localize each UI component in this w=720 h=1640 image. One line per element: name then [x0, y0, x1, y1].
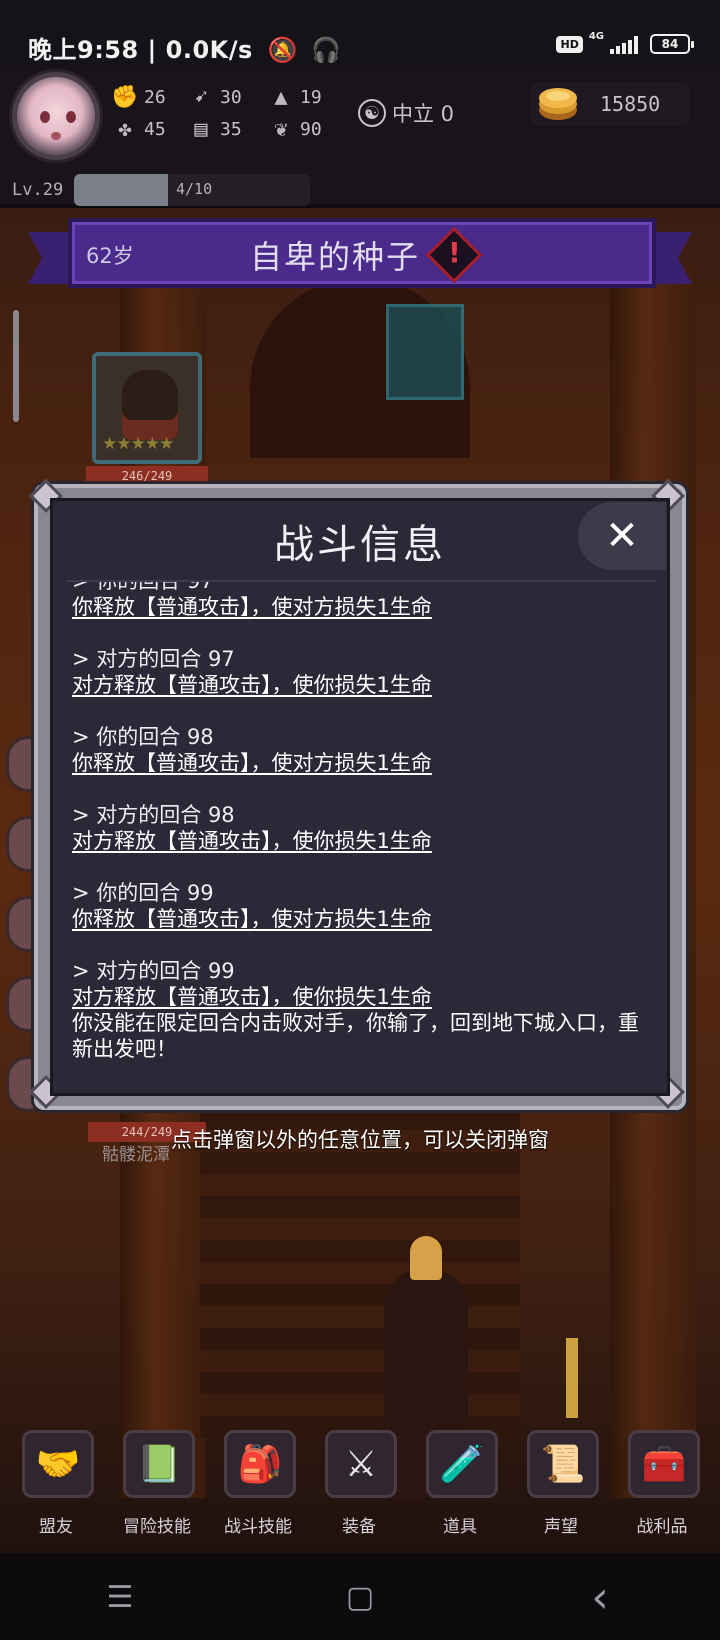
- log-turn-header: > 你的回合 98: [72, 725, 214, 749]
- menu-lines-icon: ☰: [106, 1579, 134, 1615]
- modal-title: 战斗信息: [274, 522, 446, 568]
- log-action: 你释放【普通攻击】，使对方损失1生命: [72, 751, 432, 775]
- mute-icon: 🔕: [267, 36, 299, 64]
- close-icon: ✕: [605, 513, 639, 559]
- enemy-card[interactable]: ★★★★★: [92, 352, 202, 464]
- menu-allies[interactable]: 🤝 盟友: [8, 1420, 104, 1554]
- log-entry: > 对方的回合 98 对方释放【普通攻击】，使你损失1生命: [72, 802, 652, 854]
- back-chevron-icon: ‹: [591, 1571, 609, 1623]
- bottom-menu: 🤝 盟友 📗 冒险技能 🎒 战斗技能 ⚔ 装备 🧪 道具 📜 声望 🧰 战利品: [0, 1420, 720, 1554]
- player-avatar[interactable]: [12, 72, 100, 160]
- player-age: 62岁: [86, 244, 134, 268]
- spellbook-icon: 📗: [123, 1430, 195, 1498]
- log-action: 对方释放【普通攻击】，使你损失1生命: [72, 829, 432, 853]
- close-button[interactable]: ✕: [578, 502, 666, 570]
- enemy-hp: 246/249: [86, 466, 208, 486]
- gold-amount: 15850: [600, 92, 661, 116]
- menu-equipment[interactable]: ⚔ 装备: [311, 1420, 407, 1554]
- close-hint: 点击弹窗以外的任意位置，可以关闭弹窗: [171, 1128, 549, 1152]
- log-turn-header: > 对方的回合 97: [72, 647, 235, 671]
- clover-icon: ✤: [118, 116, 132, 142]
- log-action: 对方释放【普通攻击】，使你损失1生命: [72, 673, 432, 697]
- log-entry: > 对方的回合 99 对方释放【普通攻击】，使你损失1生命: [72, 958, 652, 1010]
- menu-battle-skills[interactable]: 🎒 战斗技能: [210, 1420, 306, 1554]
- treasure-chest-icon: 🧰: [628, 1430, 700, 1498]
- candle: [566, 1338, 578, 1418]
- stat-spirit: ❦ 90: [268, 116, 321, 142]
- menu-loot[interactable]: 🧰 战利品: [614, 1420, 710, 1554]
- enemy-portrait: [122, 370, 178, 440]
- stat-luck: ✤ 45: [112, 116, 165, 142]
- headphone-icon: 🎧: [310, 36, 342, 64]
- xp-bar-fill: [74, 174, 169, 206]
- xp-text: 4/10: [176, 180, 213, 198]
- menu-items[interactable]: 🧪 道具: [412, 1420, 508, 1554]
- stat-magic: ▲ 19: [268, 84, 321, 110]
- scroll-icon: 📜: [527, 1430, 599, 1498]
- nav-home-button[interactable]: ▢: [300, 1554, 420, 1640]
- stairs: [200, 1108, 520, 1438]
- log-result-message: 你没能在限定回合内击败对手，你输了，回到地下城入口，重新出发吧！: [72, 1011, 639, 1061]
- stat-strength: ✊ 26: [111, 84, 166, 110]
- battle-log-list: > 你的回合 97 你释放【普通攻击】，使对方损失1生命 > 对方的回合 97 …: [72, 580, 652, 1062]
- alignment: ☯ 中立 0: [358, 98, 454, 128]
- hd-badge: HD: [556, 35, 583, 53]
- armor-icon: ▤: [194, 116, 208, 142]
- nav-back-button[interactable]: ‹: [540, 1554, 660, 1640]
- gold-coin-icon: [539, 88, 577, 120]
- log-action: 你释放【普通攻击】，使对方损失1生命: [72, 595, 432, 619]
- crossed-swords-icon: ⚔: [325, 1430, 397, 1498]
- enemy-stars: ★★★★★: [102, 434, 174, 454]
- signal-icon: [610, 34, 638, 54]
- menu-reputation[interactable]: 📜 声望: [513, 1420, 609, 1554]
- stat-agility: ➹ 30: [188, 84, 241, 110]
- handshake-icon: 🤝: [22, 1430, 94, 1498]
- log-entry: > 你的回合 97 你释放【普通攻击】，使对方损失1生命: [72, 580, 652, 620]
- banner-title: 自卑的种子: [250, 238, 421, 276]
- log-turn-header: > 你的回合 99: [72, 881, 214, 905]
- yin-yang-icon: ☯: [358, 99, 386, 127]
- leaf-icon: ❦: [274, 116, 288, 142]
- network-type: 4G: [588, 30, 604, 42]
- log-entry: > 你的回合 99 你释放【普通攻击】，使对方损失1生命: [72, 880, 652, 932]
- home-square-icon: ▢: [345, 1579, 375, 1615]
- warning-mark: !: [448, 236, 461, 269]
- log-action: 你释放【普通攻击】，使对方损失1生命: [72, 907, 432, 931]
- nav-menu-button[interactable]: ☰: [60, 1554, 180, 1640]
- log-turn-header: > 对方的回合 99: [72, 959, 235, 983]
- wizard-hat-icon: ▲: [274, 84, 288, 110]
- fist-icon: ✊: [111, 84, 139, 110]
- system-nav-bar: ☰ ▢ ‹: [0, 1554, 720, 1640]
- potion-bag-icon: 🧪: [426, 1430, 498, 1498]
- stat-defense: ▤ 35: [188, 116, 241, 142]
- player-level: Lv.29: [12, 180, 64, 200]
- backpack-icon: 🎒: [224, 1430, 296, 1498]
- battle-log[interactable]: > 你的回合 97 你释放【普通攻击】，使对方损失1生命 > 对方的回合 97 …: [66, 580, 656, 1078]
- log-action: 对方释放【普通攻击】，使你损失1生命: [72, 985, 432, 1009]
- log-entry: > 你的回合 98 你释放【普通攻击】，使对方损失1生命: [72, 724, 652, 776]
- log-turn-header: > 对方的回合 98: [72, 803, 235, 827]
- rune-tablet: [386, 304, 464, 400]
- log-entry: > 对方的回合 97 对方释放【普通攻击】，使你损失1生命: [72, 646, 652, 698]
- log-turn-header: > 你的回合 97: [72, 580, 214, 593]
- status-time-speed: 晚上9:58 | 0.0K/s 🔕 🎧: [28, 36, 342, 64]
- scroll-indicator: [13, 310, 19, 422]
- menu-adventure-skills[interactable]: 📗 冒险技能: [109, 1420, 205, 1554]
- boot-icon: ➹: [194, 84, 208, 110]
- battery-icon: 84: [650, 34, 694, 54]
